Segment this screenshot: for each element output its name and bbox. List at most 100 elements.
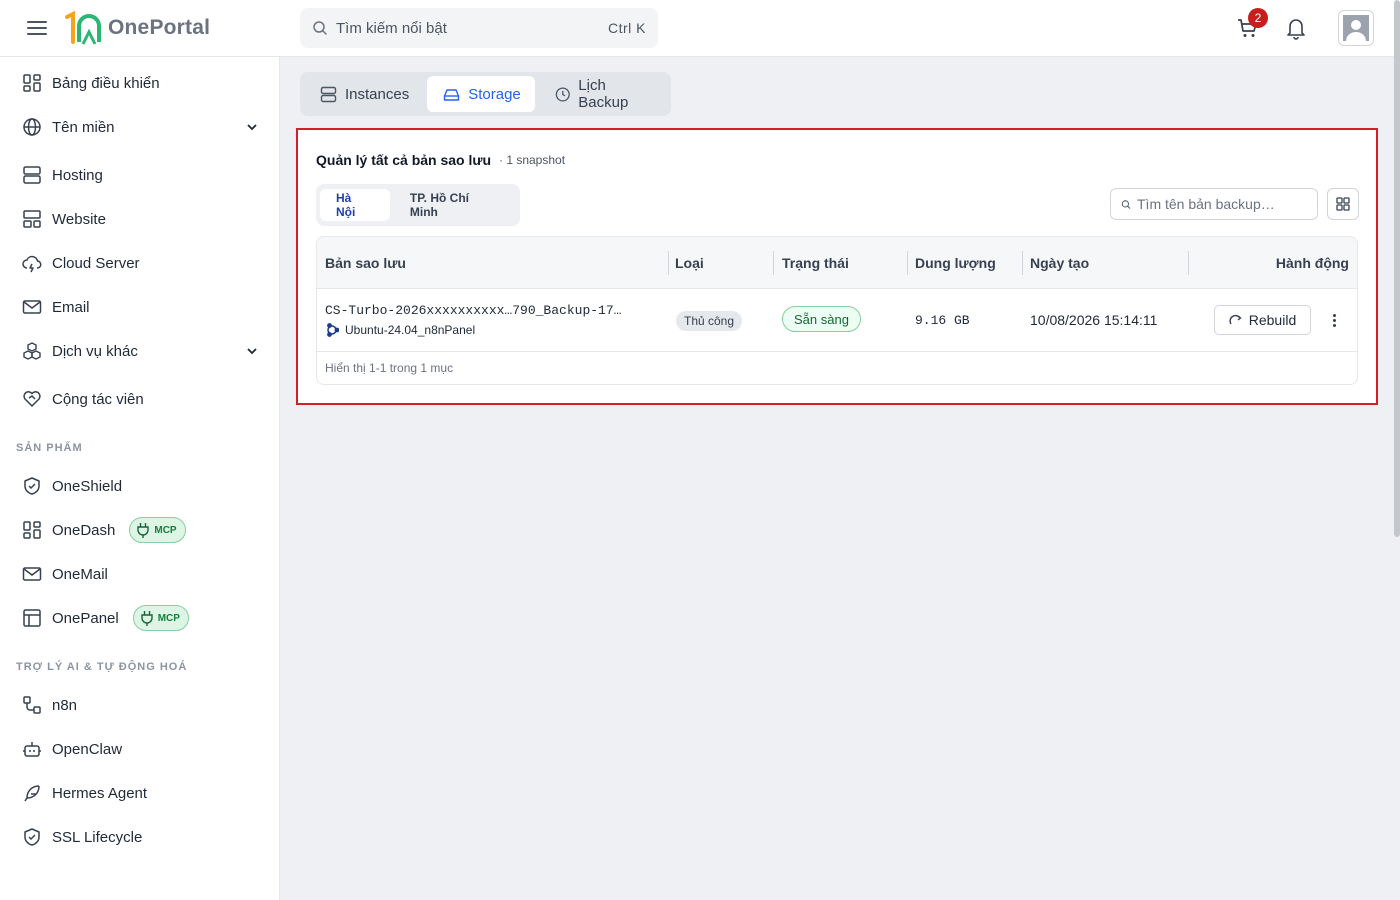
sidebar-item-hosting[interactable]: Hosting [0, 155, 280, 195]
grid-view-button[interactable] [1327, 188, 1359, 220]
sidebar-item-onepanel[interactable]: OnePanel MCP [0, 598, 280, 638]
logo[interactable]: OnePortal [64, 10, 210, 46]
service-tabs: Instances Storage Lịch Backup [300, 72, 671, 116]
backup-table: Bản sao lưu Loại Trạng thái Dung lượng N… [316, 236, 1358, 385]
sidebar-item-label: OpenClaw [52, 740, 123, 758]
avatar[interactable] [1338, 10, 1374, 46]
backup-panel: Quản lý tất cả bản sao lưu · 1 snapshot … [296, 128, 1378, 405]
scrollbar[interactable] [1394, 0, 1400, 537]
tab-label: Storage [468, 85, 521, 103]
column-divider[interactable] [907, 251, 908, 275]
sidebar-item-openclaw[interactable]: OpenClaw [0, 729, 280, 769]
section-title-ai: TRỢ LÝ AI & TỰ ĐỘNG HOÁ [16, 661, 188, 673]
tab-storage[interactable]: Storage [427, 76, 535, 112]
sidebar-item-onedash[interactable]: OneDash MCP [0, 510, 280, 550]
sidebar-item-affiliates[interactable]: Cộng tác viên [0, 379, 280, 419]
sidebar-item-label: Website [52, 210, 106, 228]
sidebar: Bảng điều khiển Tên miền Hosting Website… [0, 57, 280, 900]
cart-count-badge: 2 [1248, 8, 1268, 28]
sidebar-item-label: OnePanel [52, 609, 119, 627]
search-icon [1121, 199, 1131, 209]
sidebar-item-label: OneShield [52, 477, 123, 495]
sidebar-item-label: Hermes Agent [52, 784, 148, 802]
mcp-badge-label: MCP [157, 612, 180, 624]
rebuild-label: Rebuild [1248, 312, 1297, 328]
sidebar-item-n8n[interactable]: n8n [0, 685, 280, 725]
ubuntu-icon [327, 323, 339, 337]
mcp-badge: MCP [129, 517, 186, 543]
layout-icon [21, 208, 43, 230]
rebuild-button[interactable]: Rebuild [1214, 305, 1311, 335]
column-divider[interactable] [1022, 251, 1023, 275]
sidebar-item-label: Tên miền [52, 118, 115, 136]
shield-icon [21, 475, 43, 497]
sidebar-item-oneshield[interactable]: OneShield [0, 466, 280, 506]
sidebar-item-label: SSL Lifecycle [52, 828, 143, 846]
column-divider[interactable] [1188, 251, 1189, 275]
backup-os-label: Ubuntu-24.04_n8nPanel [345, 323, 476, 337]
column-header-status: Trạng thái [782, 255, 849, 271]
dashboard-icon [21, 519, 43, 541]
sidebar-item-hermes-agent[interactable]: Hermes Agent [0, 773, 280, 813]
column-header-type: Loại [675, 255, 704, 271]
logo-text: OnePortal [108, 16, 211, 39]
tab-backup-schedule[interactable]: Lịch Backup [539, 76, 667, 112]
tab-label: Instances [345, 85, 410, 103]
column-header-backup: Bản sao lưu [325, 255, 406, 271]
section-title-products: SẢN PHẨM [16, 442, 83, 454]
shield-check-icon [21, 826, 43, 848]
bell-icon[interactable] [1285, 16, 1307, 40]
sidebar-item-label: Bảng điều khiển [52, 74, 160, 92]
tab-label: Lịch Backup [578, 77, 629, 111]
mcp-badge: MCP [132, 605, 189, 631]
region-tabs: Hà Nội TP. Hồ Chí Minh [316, 184, 520, 226]
sidebar-item-other-services[interactable]: Dịch vụ khác [0, 331, 280, 371]
server-icon [21, 164, 43, 186]
table-row: CS-Turbo-2026xxxxxxxxxx…790_Backup-17… U… [317, 289, 1357, 352]
global-search-input[interactable] [336, 19, 608, 37]
backup-size: 9.16 GB [915, 313, 970, 328]
sidebar-item-email[interactable]: Email [0, 287, 280, 327]
global-search[interactable]: Ctrl K [300, 8, 658, 48]
grid-icon [1336, 197, 1350, 211]
table-header: Bản sao lưu Loại Trạng thái Dung lượng N… [317, 237, 1357, 289]
snapshot-count: · 1 snapshot [499, 153, 566, 167]
workflow-icon [21, 694, 43, 716]
user-icon [1343, 15, 1369, 41]
backup-search[interactable] [1110, 188, 1318, 220]
sidebar-item-label: OneMail [52, 565, 108, 583]
mcp-badge-label: MCP [154, 524, 177, 536]
logo-mark-icon [65, 10, 101, 45]
column-divider[interactable] [668, 251, 669, 275]
tab-instances[interactable]: Instances [304, 76, 423, 112]
dashboard-icon [21, 72, 43, 94]
bot-icon [21, 738, 43, 760]
sidebar-item-label: n8n [52, 696, 78, 714]
sidebar-item-cloud-server[interactable]: Cloud Server [0, 243, 280, 283]
more-actions-icon[interactable] [1325, 311, 1343, 329]
feather-icon [21, 782, 43, 804]
hard-drive-icon [444, 88, 460, 101]
sidebar-item-dashboard[interactable]: Bảng điều khiển [0, 63, 280, 103]
table-footer: Hiển thị 1-1 trong 1 mục [325, 361, 454, 375]
status-badge: Sẵn sàng [782, 306, 861, 332]
backup-search-input[interactable] [1137, 196, 1307, 212]
boxes-icon [21, 340, 43, 362]
sidebar-item-label: Cộng tác viên [52, 390, 144, 408]
region-tab-hcm[interactable]: TP. Hồ Chí Minh [394, 189, 516, 221]
region-tab-hanoi[interactable]: Hà Nội [320, 189, 390, 221]
clock-icon [555, 86, 570, 102]
sidebar-item-website[interactable]: Website [0, 199, 280, 239]
menu-toggle-icon[interactable] [26, 18, 48, 38]
backup-status: Sẵn sàng [782, 306, 861, 332]
column-header-actions: Hành động [1275, 255, 1349, 271]
sidebar-item-domains[interactable]: Tên miền [0, 107, 280, 147]
plug-icon [141, 611, 153, 626]
sidebar-item-ssl-lifecycle[interactable]: SSL Lifecycle [0, 817, 280, 857]
sidebar-item-onemail[interactable]: OneMail [0, 554, 280, 594]
panel-icon [21, 607, 43, 629]
cloud-icon [21, 252, 43, 274]
column-divider[interactable] [773, 251, 774, 275]
mail-icon [21, 296, 43, 318]
search-icon [313, 21, 327, 35]
